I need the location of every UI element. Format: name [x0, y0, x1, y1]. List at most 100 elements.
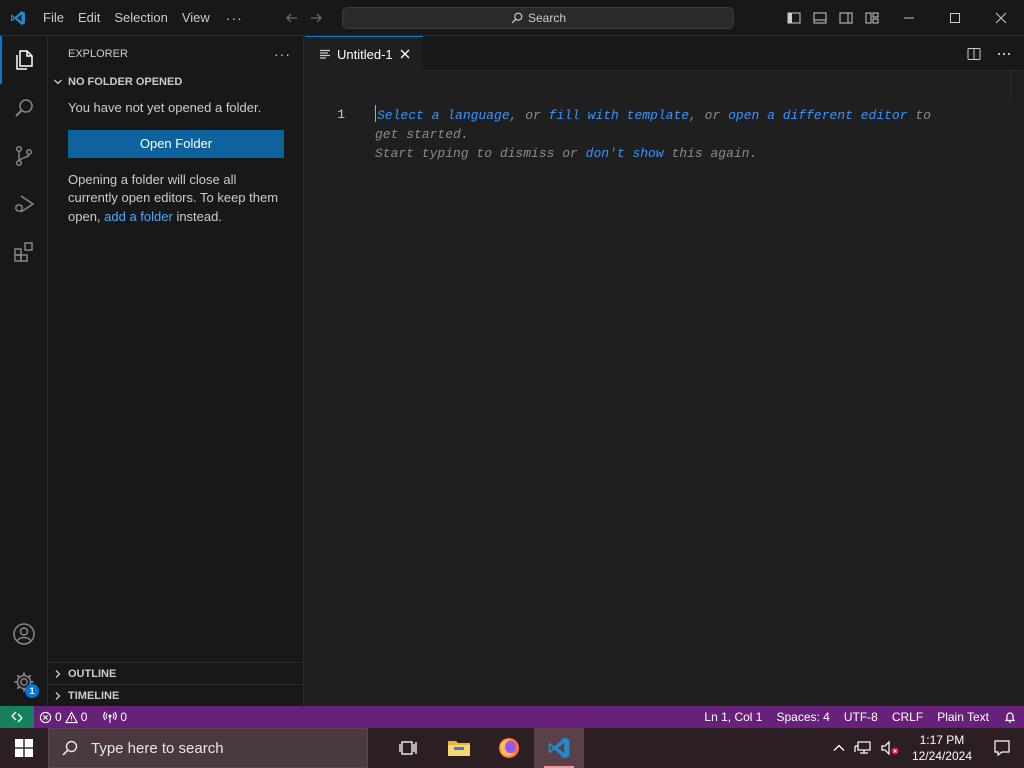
- title-bar: File Edit Selection View ··· Search: [0, 0, 1024, 36]
- add-folder-link[interactable]: add a folder: [104, 209, 173, 224]
- status-bar: 0 0 0 Ln 1, Col 1 Spaces: 4 UTF-8 CRLF P…: [0, 706, 1024, 728]
- split-editor-icon[interactable]: [966, 46, 982, 62]
- menu-file[interactable]: File: [36, 0, 71, 36]
- menu-selection[interactable]: Selection: [107, 0, 174, 36]
- system-tray: 1:17 PM 12/24/2024: [828, 728, 1024, 768]
- hint-separator: , or: [689, 108, 729, 123]
- select-language-link[interactable]: Select a language: [377, 108, 510, 123]
- file-explorer-icon[interactable]: [434, 728, 484, 768]
- sidebar-title: EXPLORER: [68, 47, 128, 60]
- clock-time: 1:17 PM: [919, 733, 965, 747]
- sidebar-more-actions[interactable]: ···: [274, 46, 291, 62]
- problems-status[interactable]: 0 0: [34, 706, 92, 728]
- plain-text-file-icon: [319, 48, 331, 60]
- editor-content[interactable]: 1 Select a language, or fill with templa…: [305, 71, 1024, 706]
- hint-separator: , or: [509, 108, 549, 123]
- language-mode[interactable]: Plain Text: [930, 706, 996, 728]
- note-suffix: instead.: [172, 208, 222, 224]
- open-folder-note: Opening a folder will close all currentl…: [48, 171, 303, 227]
- no-folder-message: You have not yet opened a folder.: [68, 100, 262, 115]
- timeline-section-header[interactable]: TIMELINE: [48, 684, 303, 706]
- source-control-icon[interactable]: [0, 132, 48, 180]
- search-icon[interactable]: [0, 84, 48, 132]
- encoding[interactable]: UTF-8: [837, 706, 885, 728]
- more-actions-icon[interactable]: [996, 46, 1012, 62]
- close-tab-icon[interactable]: [399, 48, 411, 60]
- tab-label: Untitled-1: [337, 46, 393, 62]
- command-center-search[interactable]: Search: [342, 7, 734, 29]
- taskbar-search-placeholder: Type here to search: [91, 739, 224, 757]
- run-debug-icon[interactable]: [0, 180, 48, 228]
- open-folder-button[interactable]: Open Folder: [68, 129, 284, 158]
- warning-icon: [64, 710, 78, 724]
- navigation-arrows: [284, 0, 324, 36]
- no-folder-section-header[interactable]: NO FOLDER OPENED: [48, 71, 303, 93]
- editor-actions: [966, 36, 1012, 71]
- line-number: 1: [337, 107, 345, 122]
- ports-count: 0: [120, 710, 128, 724]
- manage-badge: 1: [25, 684, 39, 698]
- open-different-editor-link[interactable]: open a different editor: [728, 108, 907, 123]
- editor-hint: Select a language, or fill with template…: [375, 105, 935, 163]
- manage-gear-icon[interactable]: 1: [0, 658, 48, 706]
- ports-status[interactable]: 0: [98, 706, 132, 728]
- broadcast-icon: [103, 710, 118, 724]
- activity-bar: 1: [0, 36, 48, 706]
- minimize-icon[interactable]: [886, 0, 932, 36]
- fill-template-link[interactable]: fill with template: [549, 108, 689, 123]
- sidebar-header: EXPLORER ···: [48, 36, 303, 71]
- remote-indicator-icon[interactable]: [0, 706, 34, 728]
- chevron-down-icon: [52, 76, 68, 88]
- show-hidden-icons-chevron-icon[interactable]: [828, 728, 850, 768]
- vscode-taskbar-icon[interactable]: [534, 728, 584, 768]
- windows-taskbar: Type here to search 1:17 PM 12/24/2024: [0, 728, 1024, 768]
- layout-controls: [786, 0, 880, 36]
- clock-date: 12/24/2024: [911, 749, 972, 763]
- accounts-icon[interactable]: [0, 610, 48, 658]
- taskbar-search-box[interactable]: Type here to search: [48, 728, 368, 768]
- outline-title: OUTLINE: [68, 667, 117, 680]
- chevron-right-icon: [52, 668, 68, 680]
- back-arrow-icon[interactable]: [284, 10, 300, 26]
- taskbar-clock[interactable]: 1:17 PM 12/24/2024: [904, 732, 980, 764]
- explorer-sidebar: EXPLORER ··· NO FOLDER OPENED You have n…: [48, 36, 304, 706]
- end-of-line[interactable]: CRLF: [885, 706, 930, 728]
- search-icon: [510, 11, 524, 25]
- text-cursor: [375, 105, 376, 122]
- hint-line2-prefix: Start typing to dismiss or: [375, 146, 586, 161]
- toggle-primary-sidebar-icon[interactable]: [786, 10, 802, 26]
- dont-show-link[interactable]: don't show: [586, 146, 664, 161]
- hint-line2-suffix: this again.: [663, 146, 758, 161]
- notifications-bell-icon[interactable]: [996, 706, 1024, 728]
- editor-tabs: Untitled-1: [305, 36, 1024, 71]
- window-controls: [886, 0, 1024, 36]
- maximize-icon[interactable]: [932, 0, 978, 36]
- toggle-secondary-sidebar-icon[interactable]: [838, 10, 854, 26]
- menu-more[interactable]: ···: [217, 0, 252, 36]
- tab-untitled-1[interactable]: Untitled-1: [305, 36, 423, 71]
- close-window-icon[interactable]: [978, 0, 1024, 36]
- volume-muted-icon[interactable]: [876, 728, 904, 768]
- error-icon: [39, 711, 52, 724]
- action-center-icon[interactable]: [980, 728, 1024, 768]
- outline-section-header[interactable]: OUTLINE: [48, 662, 303, 684]
- editor-area: Untitled-1 1 Select a language, or fill …: [305, 36, 1024, 706]
- vscode-logo-icon: [0, 0, 36, 36]
- toggle-panel-icon[interactable]: [812, 10, 828, 26]
- cursor-position[interactable]: Ln 1, Col 1: [697, 706, 769, 728]
- menu-edit[interactable]: Edit: [71, 0, 107, 36]
- task-view-icon[interactable]: [384, 728, 434, 768]
- firefox-icon[interactable]: [484, 728, 534, 768]
- network-icon[interactable]: [850, 728, 876, 768]
- windows-start-icon[interactable]: [0, 728, 48, 768]
- search-icon: [61, 739, 79, 757]
- forward-arrow-icon[interactable]: [308, 10, 324, 26]
- status-right: Ln 1, Col 1 Spaces: 4 UTF-8 CRLF Plain T…: [697, 706, 1024, 728]
- menu-view[interactable]: View: [175, 0, 217, 36]
- extensions-icon[interactable]: [0, 228, 48, 276]
- customize-layout-icon[interactable]: [864, 10, 880, 26]
- minimap-area: [1010, 71, 1024, 101]
- indentation[interactable]: Spaces: 4: [769, 706, 836, 728]
- chevron-right-icon: [52, 690, 68, 702]
- explorer-icon[interactable]: [0, 36, 48, 84]
